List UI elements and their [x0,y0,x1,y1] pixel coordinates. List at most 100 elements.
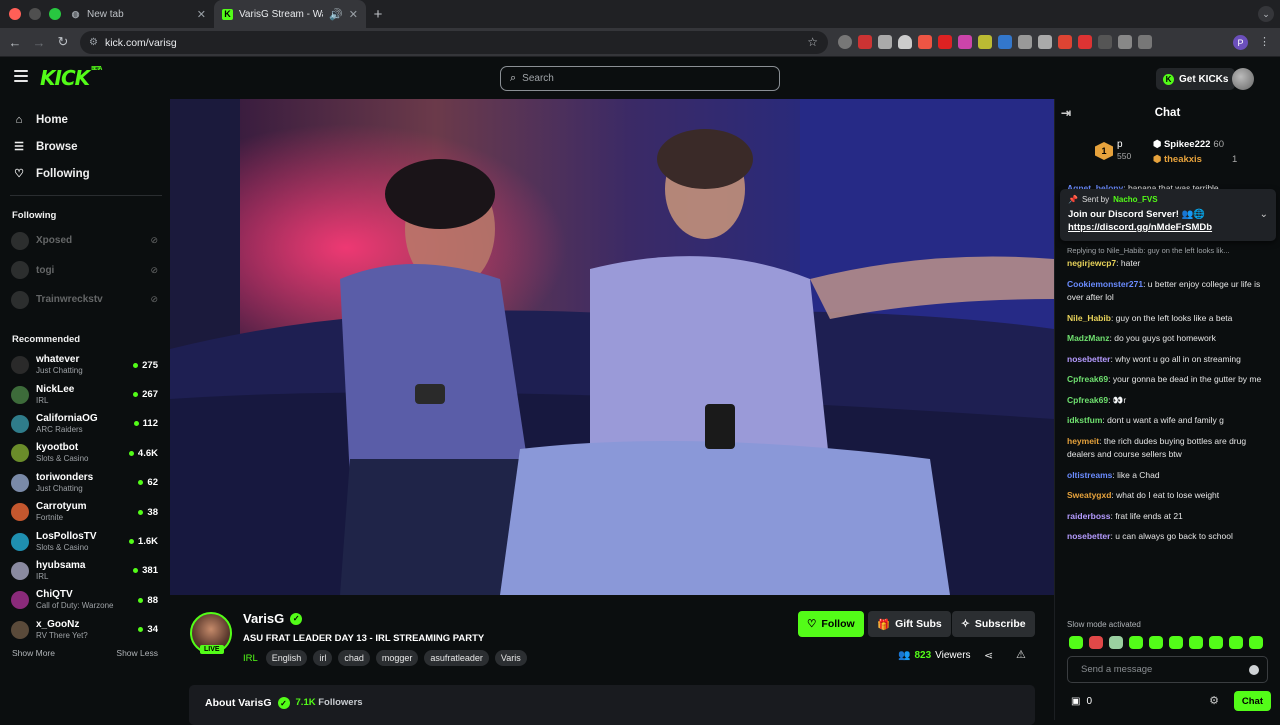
emote-icon[interactable] [1149,636,1163,649]
tab-search-icon[interactable]: ⌄ [1258,6,1274,22]
collapse-chat-icon[interactable]: ⇥ [1061,106,1071,120]
video-player[interactable] [170,99,1054,595]
emote-icon[interactable] [1189,636,1203,649]
chat-username[interactable]: Cpfreak69 [1067,395,1108,405]
tag-chip[interactable]: English [265,650,308,666]
emote-icon[interactable] [1169,636,1183,649]
extension-icon[interactable] [858,35,872,49]
browser-tab-newtab[interactable]: ◍ New tab ✕ [62,0,214,28]
extension-icon[interactable] [998,35,1012,49]
extension-icon[interactable] [1018,35,1032,49]
chat-username[interactable]: heymeit [1067,436,1099,446]
following-channel[interactable]: Trainwreckstv ⊘ [0,285,170,315]
tag-chip[interactable]: asufratleader [424,650,489,666]
recommended-channel[interactable]: whatever Just Chatting 275 [0,351,170,380]
follow-button[interactable]: ♡ Follow [798,611,864,637]
following-channel[interactable]: togi ⊘ [0,256,170,286]
recommended-channel[interactable]: NickLee IRL 267 [0,380,170,409]
show-less-button[interactable]: Show Less [116,648,158,658]
kicks-balance[interactable]: ▣ 0 [1071,696,1092,707]
kick-logo[interactable]: KICK BETA [40,66,102,90]
tag-chip[interactable]: Varis [494,650,527,666]
channel-name[interactable]: VarisG ✓ [243,611,303,626]
emote-icon[interactable] [1129,636,1143,649]
tag-chip[interactable]: chad [338,650,370,666]
shield-extension-icon[interactable] [898,35,912,49]
speaker-icon[interactable]: 🔊 [329,8,343,21]
forward-arrow-icon[interactable]: → [27,35,51,50]
recommended-channel[interactable]: Carrotyum Fortnite 38 [0,497,170,526]
emote-icon[interactable] [1069,636,1083,649]
chat-message-input[interactable]: Send a message [1067,656,1268,683]
emote-icon[interactable] [1249,636,1263,649]
user-avatar[interactable] [1232,68,1254,90]
chat-username[interactable]: Cpfreak69 [1067,374,1108,384]
recommended-channel[interactable]: toriwonders Just Chatting 62 [0,468,170,497]
extension-icon[interactable] [958,35,972,49]
recommended-channel[interactable]: hyubsama IRL 381 [0,556,170,585]
site-info-icon[interactable]: ⚙ [89,37,98,48]
share-icon[interactable]: ⋖ [984,649,993,662]
following-channel[interactable]: Xposed ⊘ [0,226,170,256]
recommended-channel[interactable]: LosPollosTV Slots & Casino 1.6K [0,527,170,556]
sidebar-item-browse[interactable]: ☰ Browse [0,133,170,160]
pinned-message[interactable]: 📌 Sent by Nacho_FVS Join our Discord Ser… [1060,189,1276,241]
pinned-link[interactable]: https://discord.gg/nMdeFrSMDb [1068,222,1268,233]
emote-icon[interactable] [1209,636,1223,649]
reply-context[interactable]: Replying to Nile_Habib: guy on the left … [1067,244,1271,258]
chevron-down-icon[interactable]: ⌄ [1260,209,1268,220]
minimize-window-button[interactable] [29,8,41,20]
back-arrow-icon[interactable]: ← [3,35,27,50]
search-input[interactable]: ⌕ Search [500,66,780,91]
reading-list-icon[interactable] [1138,35,1152,49]
browser-tab-kick[interactable]: K VarisG Stream - Watch Li 🔊 ✕ [214,0,366,28]
extension-icon[interactable] [938,35,952,49]
recommended-channel[interactable]: x_GooNz RV There Yet? 34 [0,615,170,644]
emote-icon[interactable] [1089,636,1103,649]
report-icon[interactable]: ⚠ [1016,648,1026,661]
extension-icon[interactable] [1058,35,1072,49]
emote-icon[interactable] [1109,636,1123,649]
extension-icon[interactable] [838,35,852,49]
close-tab-icon[interactable]: ✕ [197,8,206,21]
extension-icon[interactable] [878,35,892,49]
chat-username[interactable]: idkstfum [1067,415,1102,425]
chat-username[interactable]: raiderboss [1067,511,1110,521]
address-bar[interactable]: ⚙ kick.com/varisg ☆ [80,31,828,54]
close-window-button[interactable] [9,8,21,20]
tag-chip[interactable]: mogger [375,650,419,666]
emote-icon[interactable] [1229,636,1243,649]
recommended-channel[interactable]: ChiQTV Call of Duty: Warzone 88 [0,586,170,615]
hamburger-menu-icon[interactable] [14,70,28,82]
gear-icon[interactable]: ⚙ [1209,694,1219,707]
chat-username[interactable]: Sweatygxd [1067,490,1111,500]
chat-username[interactable]: nosebetter [1067,531,1110,541]
recommended-channel[interactable]: kyootbot Slots & Casino 4.6K [0,439,170,468]
chat-username[interactable]: nosebetter [1067,354,1110,364]
maximize-window-button[interactable] [49,8,61,20]
puzzle-extensions-icon[interactable] [1118,35,1132,49]
category-link[interactable]: IRL [243,653,258,664]
extension-icon[interactable] [1078,35,1092,49]
extension-icon[interactable] [978,35,992,49]
emoji-picker-icon[interactable] [1249,665,1259,675]
subscribe-button[interactable]: ✧ Subscribe [952,611,1035,637]
get-kicks-button[interactable]: K Get KICKs [1156,68,1236,90]
recommended-channel[interactable]: CaliforniaOG ARC Raiders 112 [0,409,170,438]
tag-chip[interactable]: irl [313,650,333,666]
chat-username[interactable]: Nile_Habib [1067,313,1111,323]
extension-icon[interactable] [918,35,932,49]
chat-leaderboard[interactable]: 1 p 550 ⬢ Spikee222 60 ⬢ theakxis 1 [1055,127,1280,183]
send-chat-button[interactable]: Chat [1233,691,1271,711]
sidebar-item-home[interactable]: ⌂ Home [0,106,170,133]
extension-icon[interactable] [1098,35,1112,49]
gift-subs-button[interactable]: 🎁 Gift Subs [868,611,951,637]
sidebar-item-following[interactable]: ♡ Following [0,160,170,187]
chat-username[interactable]: Cookiemonster271 [1067,279,1143,289]
chat-username[interactable]: MadzManz [1067,333,1110,343]
reload-icon[interactable]: ↻ [51,34,75,50]
extension-icon[interactable] [1038,35,1052,49]
more-menu-icon[interactable]: ⋮ [1259,35,1270,48]
profile-avatar[interactable]: P [1233,35,1248,50]
show-more-button[interactable]: Show More [12,648,55,658]
